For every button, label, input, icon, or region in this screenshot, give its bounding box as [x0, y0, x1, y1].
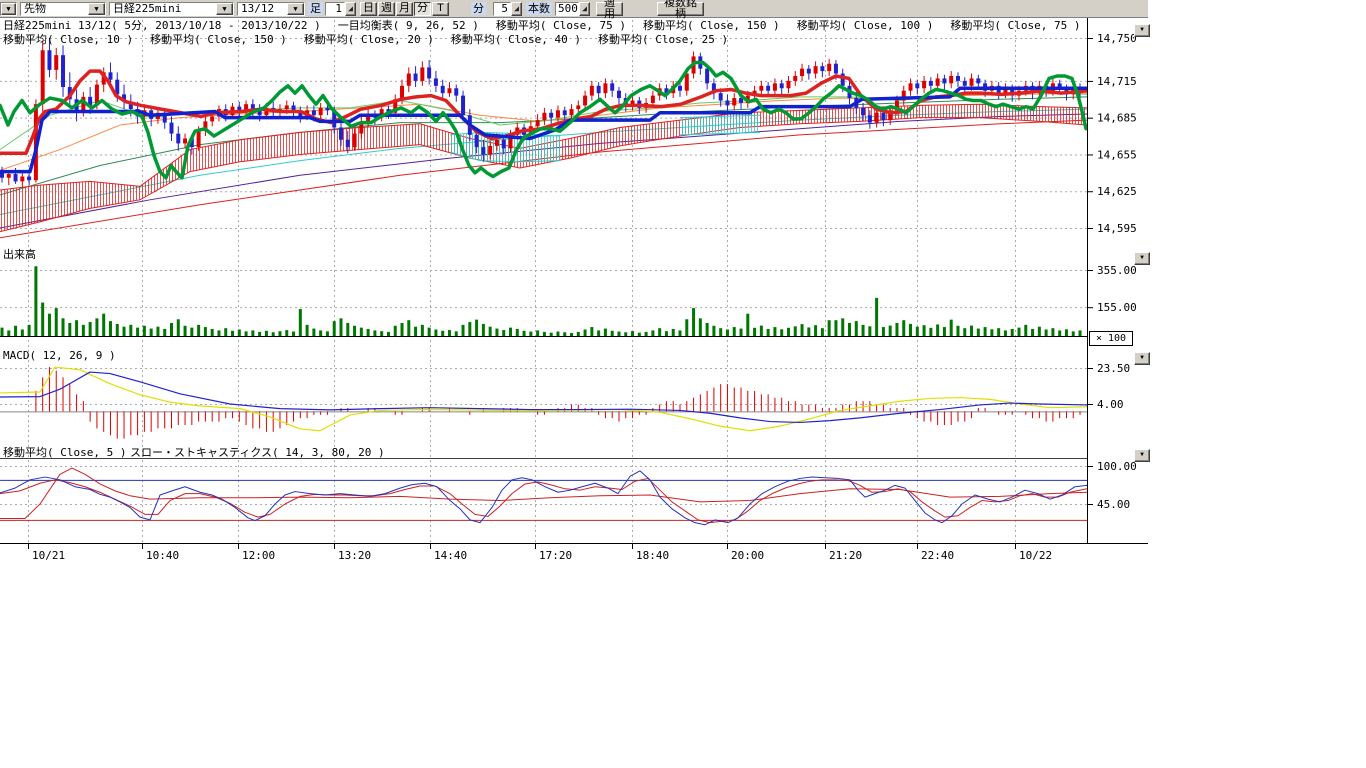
minute-value: 5 — [493, 2, 511, 16]
stoch-panel-label: スロー・ストキャスティクス( 14, 3, 80, 20 ) — [130, 447, 385, 459]
category-value: 先物 — [21, 3, 88, 15]
period-button-group: 日週月分T — [359, 2, 449, 16]
svg-text:18:40: 18:40 — [636, 549, 669, 562]
svg-text:14,715: 14,715 — [1097, 75, 1137, 88]
svg-text:100.00: 100.00 — [1097, 460, 1137, 473]
legend-item: 移動平均( Close, 150 ) — [150, 33, 287, 46]
svg-text:14,625: 14,625 — [1097, 185, 1137, 198]
svg-text:20:00: 20:00 — [731, 549, 764, 562]
minute-unit-label: 分 — [471, 2, 486, 15]
period-button-分[interactable]: 分 — [414, 2, 431, 16]
legend-item: 移動平均( Close, 150 ) — [643, 19, 780, 32]
legend-item: 一目均衡表( 9, 26, 52 ) — [338, 19, 479, 32]
legend-row-2: 移動平均( Close, 10 ) 移動平均( Close, 150 ) 移動平均(… — [3, 34, 745, 46]
svg-text:17:20: 17:20 — [539, 549, 572, 562]
stoch-ma-label: 移動平均( Close, 5 ) — [3, 447, 126, 459]
svg-text:10/21: 10/21 — [32, 549, 65, 562]
svg-text:23.50: 23.50 — [1097, 362, 1130, 375]
svg-text:12:00: 12:00 — [242, 549, 275, 562]
contract-value: 13/12 — [238, 3, 287, 15]
svg-text:22:40: 22:40 — [921, 549, 954, 562]
chevron-down-icon: ▼ — [216, 3, 233, 15]
panel-menu-button[interactable]: ▼ — [1134, 24, 1150, 37]
spin-icon[interactable]: ◢ — [579, 2, 590, 16]
period-button-T[interactable]: T — [432, 2, 449, 16]
spin-icon[interactable]: ◢ — [511, 2, 522, 16]
legend-item: 移動平均( Close, 20 ) — [304, 33, 434, 46]
bar-count-spinner[interactable]: 500 ◢ — [555, 2, 590, 16]
chart-canvas[interactable]: 14,750 14,715 14,685 14,655 14,625 14,595 355.… — [0, 0, 1366, 768]
mini-dropdown[interactable]: ▼ — [0, 2, 17, 16]
legend-item: 移動平均( Close, 25 ) — [598, 33, 728, 46]
toolbar: ▼ 先物 ▼ 日経225mini ▼ 13/12 ▼ 足 1 ◢ 日週月分T 分… — [0, 0, 1148, 18]
svg-text:14,655: 14,655 — [1097, 148, 1137, 161]
legend-item: 日経225mini 13/12( 5分, 2013/10/18 - 2013/1… — [3, 19, 321, 32]
category-dropdown[interactable]: 先物 ▼ — [20, 2, 106, 16]
chevron-down-icon: ▼ — [287, 3, 304, 15]
symbol-value: 日経225mini — [110, 3, 216, 15]
legend-item: 移動平均( Close, 100 ) — [797, 19, 934, 32]
period-button-月[interactable]: 月 — [396, 2, 413, 16]
period-button-日[interactable]: 日 — [360, 2, 377, 16]
macd-panel-label: MACD( 12, 26, 9 ) — [3, 350, 116, 362]
svg-text:4.00: 4.00 — [1097, 398, 1124, 411]
bar-type-label: 足 — [308, 2, 323, 15]
minute-value-spinner[interactable]: 5 ◢ — [493, 2, 522, 16]
bar-count-label: 本数 — [526, 2, 552, 15]
legend-item: 移動平均( Close, 40 ) — [451, 33, 581, 46]
svg-text:10/22: 10/22 — [1019, 549, 1052, 562]
legend-item: 移動平均( Close, 10 ) — [3, 33, 133, 46]
svg-text:21:20: 21:20 — [829, 549, 862, 562]
app-window: 14,750 14,715 14,685 14,655 14,625 14,595 355.… — [0, 0, 1366, 768]
volume-multiplier-badge: × 100 — [1089, 331, 1133, 346]
panel-menu-button[interactable]: ▼ — [1134, 449, 1150, 462]
svg-text:13:20: 13:20 — [338, 549, 371, 562]
symbol-dropdown[interactable]: 日経225mini ▼ — [109, 2, 234, 16]
multi-symbol-button[interactable]: 複数銘柄 — [657, 2, 704, 16]
volume-panel-label: 出来高 — [3, 249, 36, 261]
svg-text:45.00: 45.00 — [1097, 498, 1130, 511]
svg-text:355.00: 355.00 — [1097, 264, 1137, 277]
svg-text:10:40: 10:40 — [146, 549, 179, 562]
legend-item: 移動平均( Close, 75 ) — [950, 19, 1080, 32]
bar-interval-value: 1 — [325, 2, 345, 16]
apply-button[interactable]: 適用 — [596, 2, 623, 16]
svg-text:14,595: 14,595 — [1097, 222, 1137, 235]
bar-interval-spinner[interactable]: 1 ◢ — [325, 2, 356, 16]
legend-item: 移動平均( Close, 75 ) — [496, 19, 626, 32]
bar-count-value: 500 — [555, 2, 579, 16]
panel-menu-button[interactable]: ▼ — [1134, 352, 1150, 365]
panel-menu-button[interactable]: ▼ — [1134, 252, 1150, 265]
contract-month-dropdown[interactable]: 13/12 ▼ — [237, 2, 305, 16]
svg-text:14:40: 14:40 — [434, 549, 467, 562]
legend-row-1: 日経225mini 13/12( 5分, 2013/10/18 - 2013/1… — [3, 20, 1098, 32]
chevron-down-icon: ▼ — [88, 3, 105, 15]
chevron-down-icon: ▼ — [1, 3, 16, 15]
svg-text:14,750: 14,750 — [1097, 32, 1137, 45]
spin-icon[interactable]: ◢ — [345, 2, 356, 16]
svg-text:14,685: 14,685 — [1097, 112, 1137, 125]
period-button-週[interactable]: 週 — [378, 2, 395, 16]
svg-text:155.00: 155.00 — [1097, 301, 1137, 314]
